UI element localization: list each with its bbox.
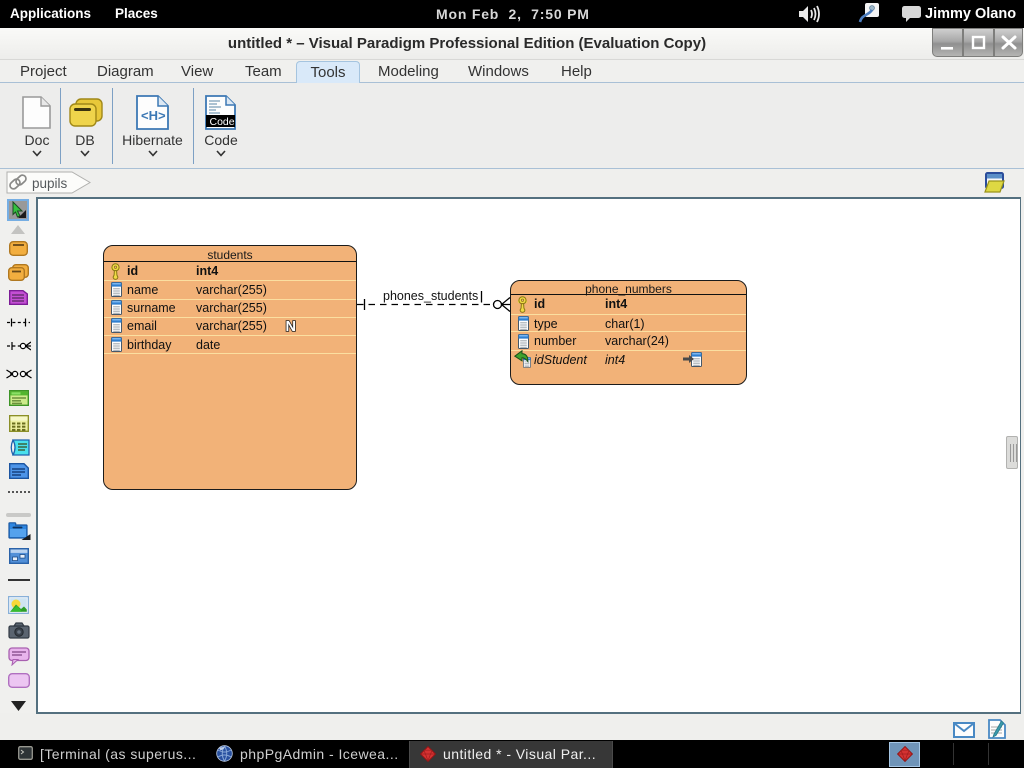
svg-text:<H>: <H> (141, 108, 166, 123)
svg-text:Code: Code (210, 116, 235, 128)
svg-text:phones_students: phones_students (383, 289, 478, 303)
